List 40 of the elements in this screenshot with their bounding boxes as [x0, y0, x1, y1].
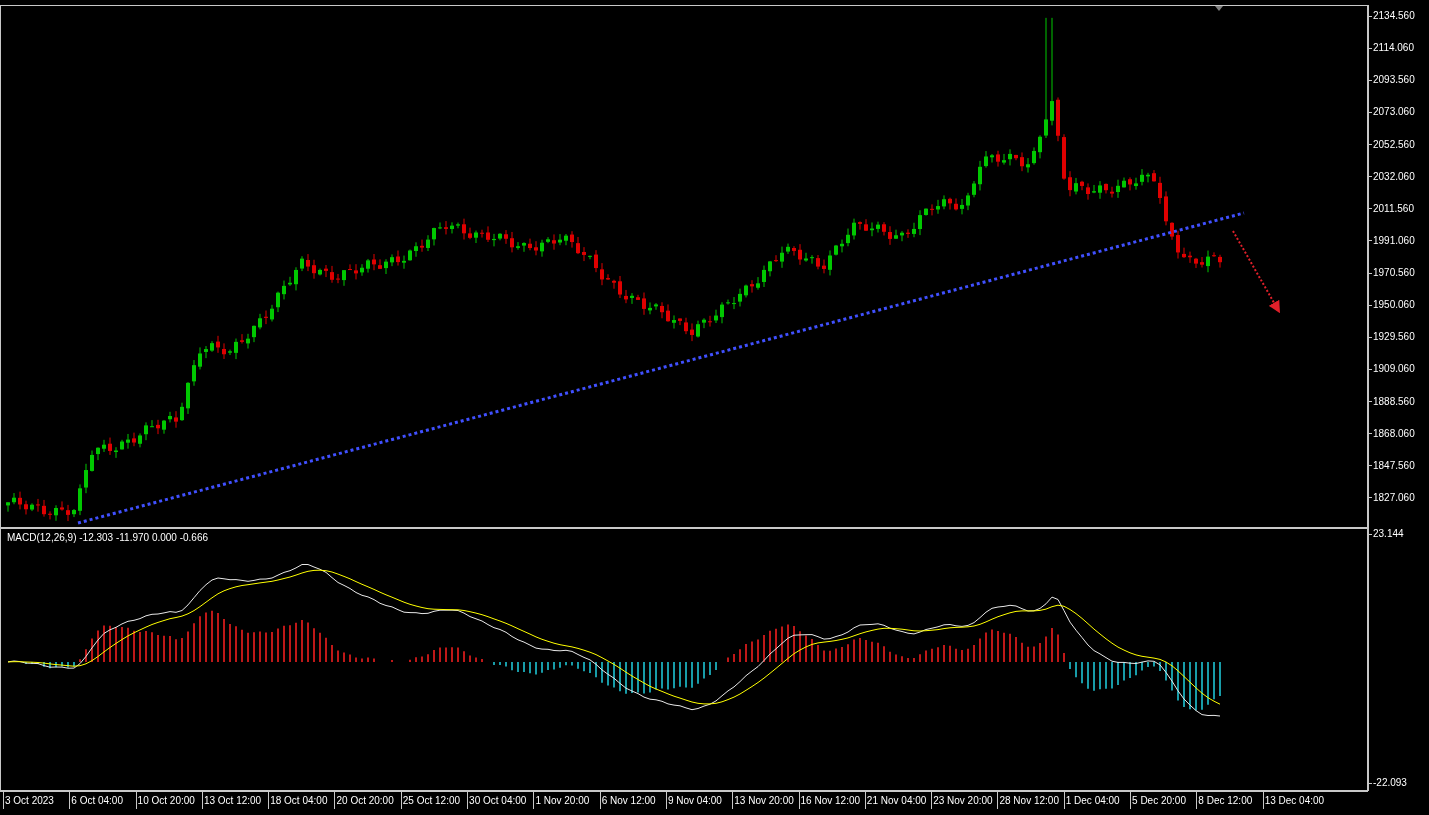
time-label: 1 Dec 04:00: [1063, 792, 1131, 809]
time-label: 9 Nov 04:00: [665, 792, 733, 809]
time-label: 6 Oct 04:00: [69, 792, 136, 809]
time-label: 13 Oct 12:00: [201, 792, 269, 809]
time-label: 5 Dec 20:00: [1130, 792, 1197, 809]
price-label: 2134.560: [1369, 10, 1429, 22]
price-label: 1888.560: [1369, 395, 1429, 408]
price-label: 1970.560: [1369, 267, 1429, 279]
time-label: 28 Nov 12:00: [997, 792, 1064, 809]
price-label: 2052.560: [1369, 138, 1429, 151]
time-label: 18 Oct 04:00: [268, 792, 335, 809]
macd-max-label: 23.144: [1369, 528, 1429, 540]
price-label: 1950.060: [1369, 299, 1429, 312]
time-label: 16 Nov 12:00: [798, 792, 865, 809]
time-label: 21 Nov 04:00: [864, 792, 932, 809]
price-label: 1929.560: [1369, 331, 1429, 344]
price-label: 2032.060: [1369, 170, 1429, 183]
price-label: 2093.560: [1369, 74, 1429, 87]
time-label: 10 Oct 20:00: [135, 792, 202, 809]
price-label: 2114.060: [1369, 42, 1429, 55]
macd-min-label: -22.093: [1369, 777, 1429, 789]
time-label: 1 Nov 20:00: [533, 792, 600, 809]
price-label: 1827.060: [1369, 491, 1429, 504]
time-label: 25 Oct 12:00: [400, 792, 468, 809]
time-label: 13 Nov 20:00: [732, 792, 799, 809]
time-label: 23 Nov 20:00: [931, 792, 998, 809]
price-label: 1868.060: [1369, 427, 1429, 440]
time-label: 8 Dec 12:00: [1196, 792, 1263, 809]
time-label: 3 Oct 2023: [3, 792, 70, 809]
indicator-label: MACD(12,26,9) -12.303 -11.970 0.000 -0.666: [7, 532, 209, 543]
time-label: 20 Oct 20:00: [334, 792, 401, 809]
time-label: 30 Oct 04:00: [467, 792, 534, 809]
price-label: 1991.060: [1369, 234, 1429, 247]
shift-marker-icon: [1215, 6, 1223, 11]
price-label: 2011.560: [1369, 202, 1429, 215]
time-label: 13 Dec 04:00: [1262, 792, 1329, 809]
price-label: 2073.060: [1369, 106, 1429, 119]
time-label: 6 Nov 12:00: [599, 792, 666, 809]
price-label: 1847.560: [1369, 459, 1429, 472]
price-label: 1909.060: [1369, 363, 1429, 376]
